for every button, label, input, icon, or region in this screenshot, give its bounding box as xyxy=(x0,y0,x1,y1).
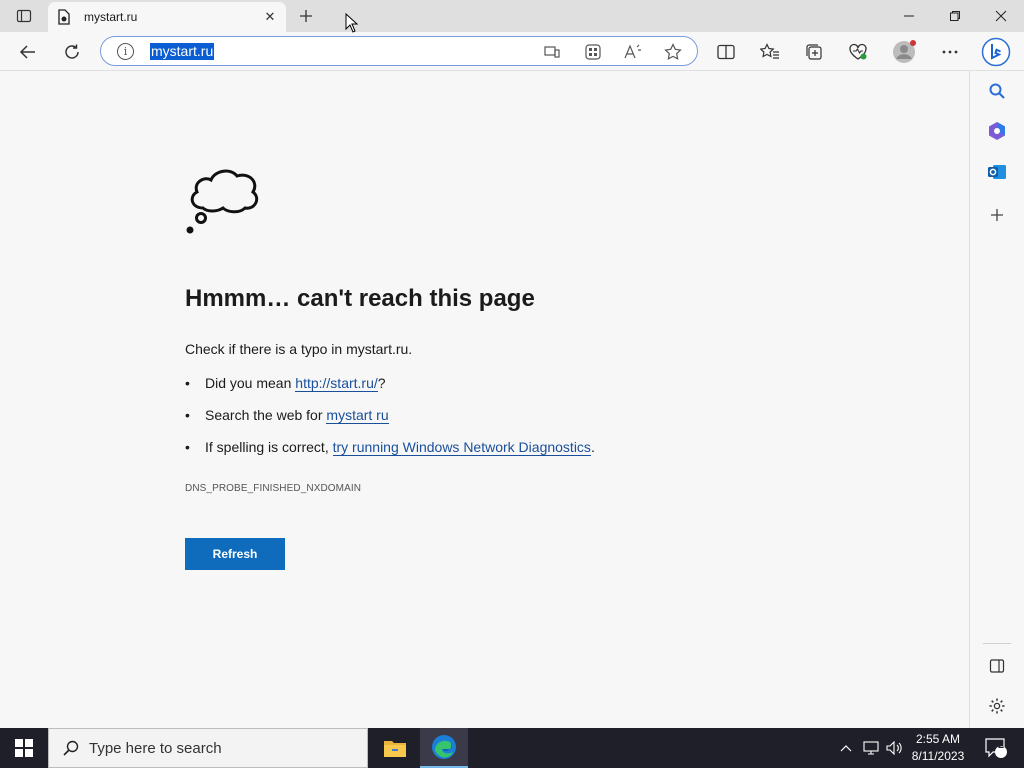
office-icon[interactable] xyxy=(985,119,1009,143)
edge-taskbar-button[interactable] xyxy=(420,728,468,768)
error-code: DNS_PROBE_FINISHED_NXDOMAIN xyxy=(185,483,362,494)
bing-copilot-icon[interactable] xyxy=(980,36,1012,68)
file-explorer-button[interactable] xyxy=(371,728,419,768)
favorites-icon[interactable] xyxy=(754,36,786,68)
edge-icon xyxy=(432,735,456,759)
taskbar-clock[interactable]: 2:55 AM 8/11/2023 xyxy=(904,731,972,765)
clock-time: 2:55 AM xyxy=(915,732,961,746)
windows-logo-icon xyxy=(15,739,33,757)
back-button[interactable] xyxy=(12,36,44,68)
minimize-button[interactable] xyxy=(886,0,932,32)
suggestion-prefix: If spelling is correct, xyxy=(205,439,329,455)
refresh-button[interactable]: Refresh xyxy=(185,538,285,570)
hide-sidebar-icon[interactable] xyxy=(985,654,1009,678)
search-placeholder: Type here to search xyxy=(89,739,222,757)
new-tab-button[interactable] xyxy=(294,4,318,28)
tab-actions-icon[interactable] xyxy=(8,4,40,28)
notifications-button[interactable]: 2 xyxy=(980,728,1012,768)
split-screen-icon[interactable] xyxy=(710,36,742,68)
volume-icon[interactable] xyxy=(884,728,906,768)
taskbar: Type here to search 2:55 AM 8/11/2023 2 xyxy=(0,728,1024,768)
list-item: • Search the web for mystart ru xyxy=(185,407,389,424)
close-tab-icon[interactable]: ✕ xyxy=(262,9,278,25)
add-sidebar-app-icon[interactable] xyxy=(985,203,1009,227)
title-bar: mystart.ru ✕ xyxy=(0,0,1024,32)
apps-grid-icon[interactable] xyxy=(584,43,602,61)
read-aloud-icon[interactable] xyxy=(624,43,642,61)
site-info-icon[interactable]: i xyxy=(117,43,134,60)
mouse-cursor-icon xyxy=(345,13,359,33)
page-error-icon xyxy=(56,9,72,25)
suggestion-suffix: ? xyxy=(377,375,386,391)
error-page: Hmmm… can't reach this page Check if the… xyxy=(0,71,969,728)
tab-active[interactable]: mystart.ru ✕ xyxy=(48,2,286,32)
folder-icon xyxy=(384,741,406,757)
start-button[interactable] xyxy=(0,728,48,768)
suggestion-prefix: Search the web for xyxy=(205,407,323,423)
browser-toolbar: i mystart.ru xyxy=(0,32,1024,71)
close-window-button[interactable] xyxy=(978,0,1024,32)
outlook-icon[interactable] xyxy=(985,160,1009,184)
suggestion-suffix: . xyxy=(590,439,595,455)
browser-essentials-icon[interactable] xyxy=(842,36,874,68)
show-hidden-icons[interactable] xyxy=(836,728,856,768)
search-icon[interactable] xyxy=(985,79,1009,103)
favorite-star-icon[interactable] xyxy=(664,43,682,61)
notification-count: 2 xyxy=(998,739,1005,751)
taskbar-search[interactable]: Type here to search xyxy=(48,728,368,768)
network-icon[interactable] xyxy=(860,728,882,768)
network-diagnostics-link[interactable]: try running Windows Network Diagnostics xyxy=(332,439,591,456)
restore-button[interactable] xyxy=(932,0,978,32)
tab-title: mystart.ru xyxy=(84,10,138,24)
profile-avatar[interactable] xyxy=(888,36,920,68)
app-available-icon[interactable] xyxy=(543,43,561,61)
suggestion-prefix: Did you mean xyxy=(205,375,292,391)
clock-date: 8/11/2023 xyxy=(911,749,965,763)
search-web-link[interactable]: mystart ru xyxy=(326,407,389,424)
address-url[interactable]: mystart.ru xyxy=(150,43,215,60)
search-icon xyxy=(63,740,79,756)
thought-cloud-icon xyxy=(186,169,259,234)
address-bar[interactable]: i mystart.ru xyxy=(100,36,698,66)
collections-icon[interactable] xyxy=(798,36,830,68)
suggestion-list: • Did you mean http://start.ru/? • Searc… xyxy=(185,375,595,471)
edge-sidebar xyxy=(969,71,1024,728)
list-item: • Did you mean http://start.ru/? xyxy=(185,375,386,392)
reload-button[interactable] xyxy=(56,36,88,68)
suggested-url-link[interactable]: http://start.ru/ xyxy=(295,375,378,392)
sidebar-settings-icon[interactable] xyxy=(985,694,1009,718)
more-menu-icon[interactable] xyxy=(934,36,966,68)
typo-check-text: Check if there is a typo in mystart.ru. xyxy=(185,341,413,357)
page-title: Hmmm… can't reach this page xyxy=(185,285,535,312)
sidebar-divider xyxy=(983,643,1011,644)
list-item: • If spelling is correct, try running Wi… xyxy=(185,439,595,456)
